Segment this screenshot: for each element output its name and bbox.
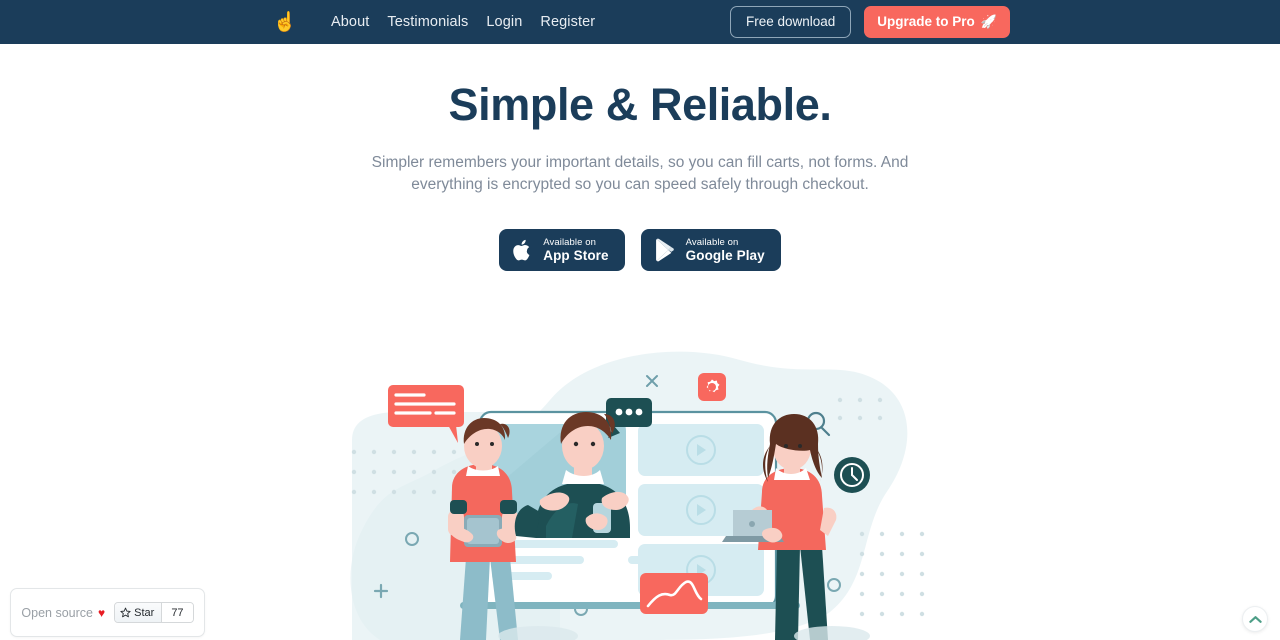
heart-icon: ♥ [98, 605, 106, 620]
scroll-to-top-button[interactable] [1242, 606, 1268, 632]
dot-grid-bottom-right [859, 531, 925, 617]
hero-section: Simple & Reliable. Simpler remembers you… [0, 44, 1280, 272]
github-star-count: 77 [162, 603, 193, 622]
hero-illustration [350, 351, 925, 640]
nav-link-login[interactable]: Login [477, 10, 531, 34]
hero-subtext: Simpler remembers your important details… [371, 153, 909, 193]
app-store-small-label: Available on [543, 236, 597, 248]
page-title: Simple & Reliable. [448, 79, 832, 130]
app-store-big-label: App Store [543, 248, 609, 264]
brand-logo-pointing-hand-icon[interactable]: ☝ [270, 7, 300, 37]
upgrade-to-pro-button[interactable]: Upgrade to Pro 🚀 [864, 6, 1010, 38]
primary-nav: About Testimonials Login Register [322, 10, 604, 34]
store-badges-group: Available on App Store Available on Goog… [0, 229, 1280, 272]
nav-link-register[interactable]: Register [531, 10, 604, 34]
github-star-label-group: Star [115, 603, 163, 622]
rocket-icon: 🚀 [980, 14, 997, 29]
analytics-chart-card [640, 573, 708, 614]
google-play-badge[interactable]: Available on Google Play [640, 229, 781, 272]
github-star-button[interactable]: Star 77 [114, 602, 194, 623]
navbar-left-group: ☝ About Testimonials Login Register [270, 0, 604, 44]
app-store-badge[interactable]: Available on App Store [499, 229, 625, 272]
apple-icon [512, 238, 533, 263]
open-source-widget: Open source ♥ Star 77 [10, 588, 205, 637]
google-play-small-label: Available on [685, 236, 739, 248]
clock-badge [834, 457, 870, 493]
open-source-label-group: Open source ♥ [21, 606, 105, 620]
navbar-actions: Free download Upgrade to Pro 🚀 [729, 0, 1010, 44]
top-navbar: ☝ About Testimonials Login Register Free… [0, 0, 1280, 44]
nav-link-testimonials[interactable]: Testimonials [378, 10, 477, 34]
settings-gear-badge [698, 373, 726, 401]
google-play-big-label: Google Play [685, 248, 765, 264]
open-source-label: Open source [21, 605, 93, 620]
app-store-badge-text: Available on App Store [543, 236, 609, 264]
github-star-label: Star [134, 606, 155, 619]
google-play-icon [654, 238, 676, 262]
chevron-up-icon [1248, 615, 1262, 623]
star-icon [120, 607, 131, 618]
nav-link-about[interactable]: About [322, 10, 378, 34]
free-download-button[interactable]: Free download [729, 6, 852, 38]
google-play-badge-text: Available on Google Play [685, 236, 765, 264]
upgrade-to-pro-label: Upgrade to Pro [877, 14, 975, 29]
pointing-hand-icon: ☝ [273, 11, 297, 33]
